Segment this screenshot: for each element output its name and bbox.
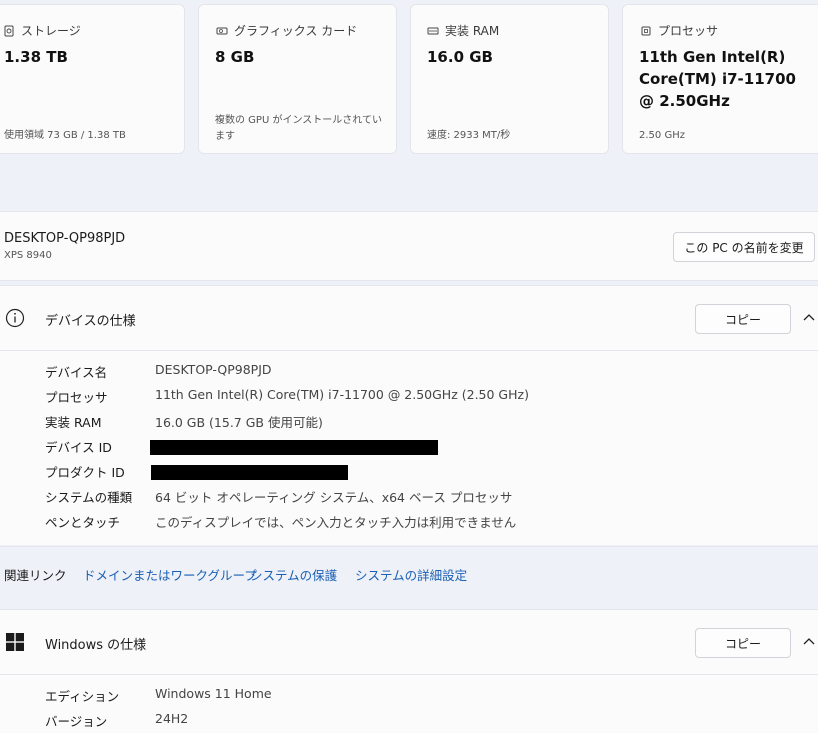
device-spec-title: デバイスの仕様 — [45, 314, 136, 329]
windows-spec-body: エディション Windows 11 Home バージョン 24H2 — [0, 675, 818, 733]
spec-row-pen-touch: ペンとタッチ このディスプレイでは、ペン入力とタッチ入力は利用できません — [0, 510, 818, 532]
spec-row-processor: プロセッサ 11th Gen Intel(R) Core(TM) i7-1170… — [0, 385, 818, 407]
spec-value: Windows 11 Home — [155, 686, 272, 701]
ram-value: 16.0 GB — [427, 48, 493, 66]
graphics-card-sub: 複数の GPU がインストールされています — [215, 115, 382, 142]
chevron-up-icon[interactable] — [802, 311, 816, 325]
device-spec-copy-button[interactable]: コピー — [695, 304, 791, 334]
spec-row-device-name: デバイス名 DESKTOP-QP98PJD — [0, 360, 818, 382]
spec-key: エディション — [45, 689, 120, 704]
storage-value: 1.38 TB — [4, 48, 68, 66]
spec-key: プロダクト ID — [45, 465, 125, 480]
spec-value: 11th Gen Intel(R) Core(TM) i7-11700 @ 2.… — [155, 387, 529, 402]
windows-spec-header[interactable]: Windows の仕様 コピー — [0, 609, 818, 675]
spec-row-version: バージョン 24H2 — [0, 709, 818, 731]
graphics-card-header: グラフィックス カード — [216, 22, 357, 39]
graphics-card-label: グラフィックス カード — [234, 24, 358, 38]
storage-label: ストレージ — [21, 24, 81, 38]
processor-value: 11th Gen Intel(R) Core(TM) i7-11700 @ 2.… — [639, 48, 796, 110]
link-advanced-system-settings[interactable]: システムの詳細設定 — [355, 565, 467, 584]
spec-value: 64 ビット オペレーティング システム、x64 ベース プロセッサ — [155, 490, 513, 505]
processor-card: プロセッサ 11th Gen Intel(R) Core(TM) i7-1170… — [622, 4, 818, 154]
spec-key: プロセッサ — [45, 390, 108, 405]
storage-sub: 使用領域 73 GB / 1.38 TB — [4, 130, 126, 141]
graphics-card: グラフィックス カード 8 GB 複数の GPU がインストールされています — [198, 4, 397, 154]
windows-logo-icon — [6, 633, 24, 651]
processor-sub: 2.50 GHz — [639, 130, 685, 141]
processor-label: プロセッサ — [658, 24, 719, 38]
spec-key: 実装 RAM — [45, 415, 102, 430]
device-name: DESKTOP-QP98PJD — [4, 231, 126, 246]
device-model: XPS 8940 — [4, 250, 52, 261]
spec-key: ペンとタッチ — [45, 515, 121, 530]
device-spec-header[interactable]: デバイスの仕様 コピー — [0, 285, 818, 351]
link-system-protection[interactable]: システムの保護 — [250, 565, 337, 584]
ram-card: 実装 RAM 16.0 GB 速度: 2933 MT/秒 — [410, 4, 609, 154]
ram-icon — [427, 27, 439, 34]
spec-row-ram: 実装 RAM 16.0 GB (15.7 GB 使用可能) — [0, 410, 818, 432]
spec-row-edition: エディション Windows 11 Home — [0, 684, 818, 706]
redacted-product-id — [151, 465, 348, 480]
storage-card-header: ストレージ — [3, 22, 81, 39]
spec-key: デバイス名 — [45, 365, 108, 380]
spec-row-product-id: プロダクト ID — [0, 460, 818, 482]
chevron-up-icon[interactable] — [802, 635, 816, 649]
related-links-label: 関連リンク — [4, 568, 67, 583]
spec-key: システムの種類 — [45, 490, 133, 505]
spec-value: 16.0 GB (15.7 GB 使用可能) — [155, 415, 323, 430]
spec-value: このディスプレイでは、ペン入力とタッチ入力は利用できません — [155, 515, 517, 530]
processor-card-header: プロセッサ — [640, 22, 718, 39]
rename-pc-button[interactable]: この PC の名前を変更 — [673, 232, 815, 262]
storage-card: ストレージ 1.38 TB 使用領域 73 GB / 1.38 TB — [0, 4, 185, 154]
ram-card-header: 実装 RAM — [427, 22, 499, 39]
graphics-card-value: 8 GB — [215, 48, 255, 66]
spec-row-device-id: デバイス ID — [0, 435, 818, 457]
windows-spec-copy-button[interactable]: コピー — [695, 628, 791, 658]
info-icon — [5, 308, 25, 328]
processor-icon — [641, 26, 651, 35]
spec-row-system-type: システムの種類 64 ビット オペレーティング システム、x64 ベース プロセ… — [0, 485, 818, 507]
spec-key: デバイス ID — [45, 440, 112, 455]
ram-sub: 速度: 2933 MT/秒 — [427, 130, 511, 141]
storage-icon — [4, 25, 14, 36]
link-domain-workgroup[interactable]: ドメインまたはワークグループ — [83, 565, 257, 584]
device-panel: DESKTOP-QP98PJD XPS 8940 この PC の名前を変更 — [0, 211, 818, 281]
spec-key: バージョン — [45, 714, 108, 729]
device-spec-body: デバイス名 DESKTOP-QP98PJD プロセッサ 11th Gen Int… — [0, 351, 818, 545]
graphics-card-icon — [216, 27, 228, 34]
related-links-bar: 関連リンク ドメインまたはワークグループ システムの保護 システムの詳細設定 — [0, 546, 818, 605]
redacted-device-id — [150, 440, 438, 455]
ram-label: 実装 RAM — [445, 24, 500, 38]
spec-value: 24H2 — [155, 711, 189, 726]
spec-value: DESKTOP-QP98PJD — [155, 362, 272, 377]
windows-spec-title: Windows の仕様 — [45, 638, 147, 653]
